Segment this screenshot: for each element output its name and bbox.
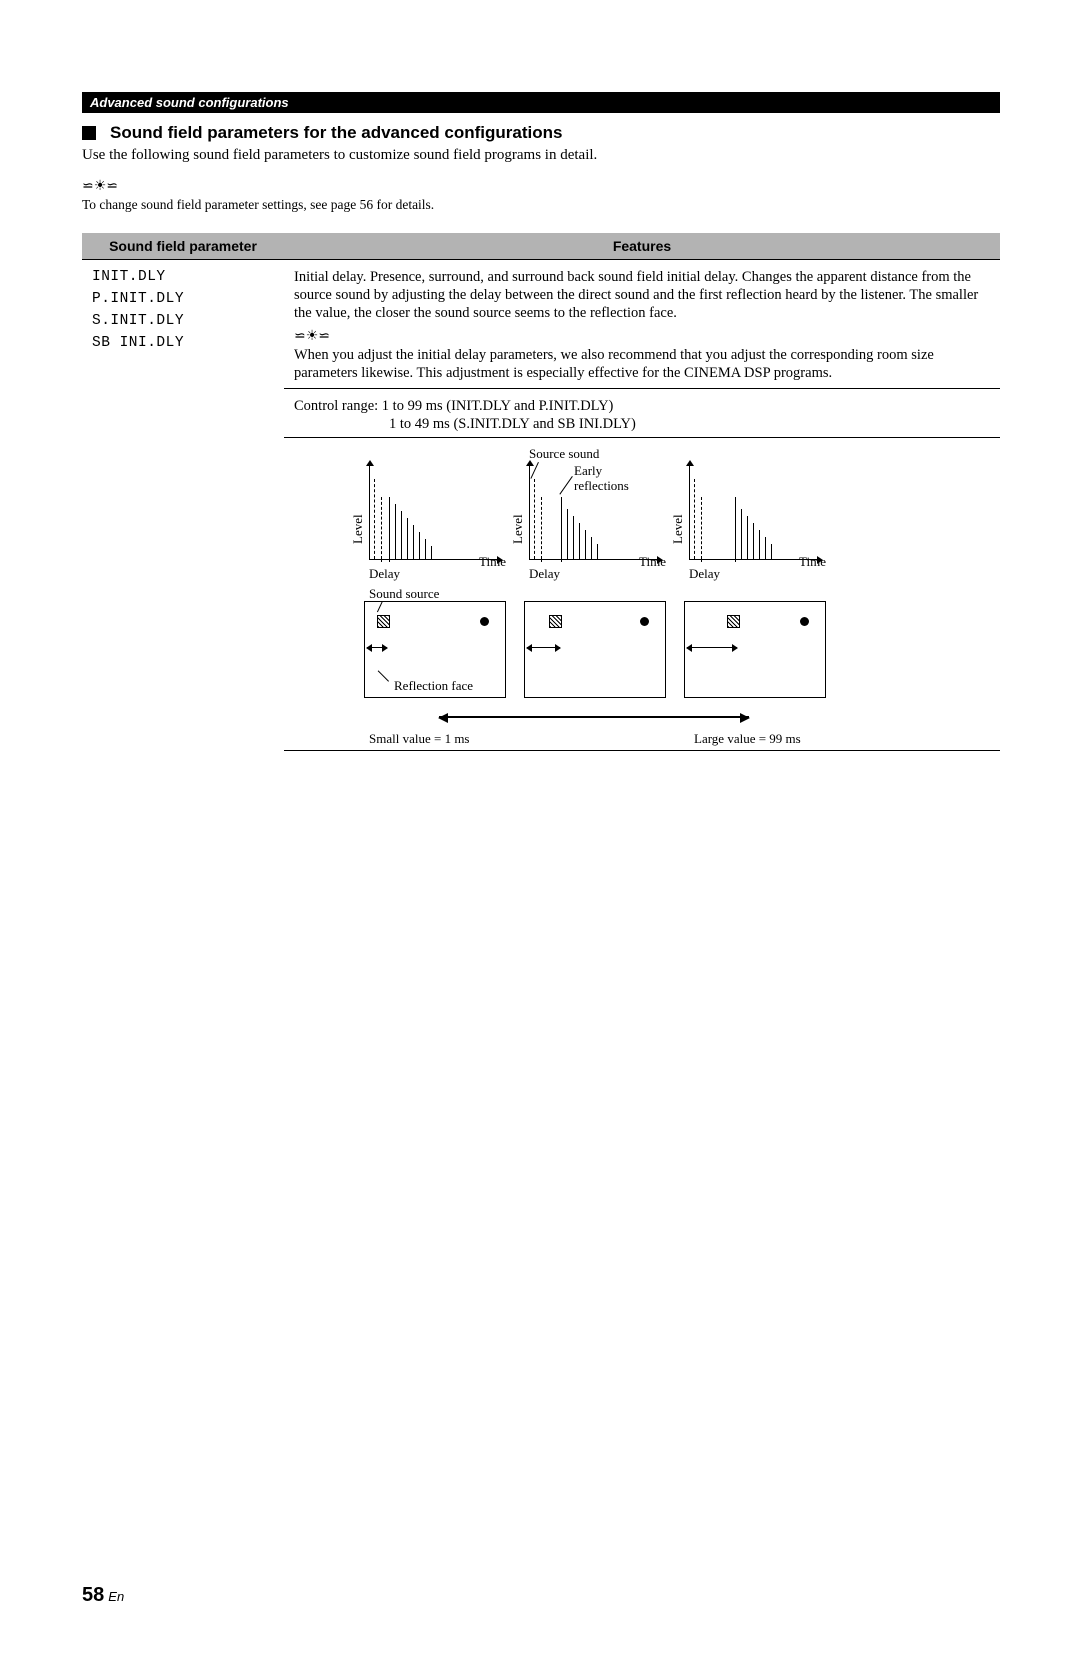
col-header-features: Features	[284, 233, 1000, 260]
xlabel-time-1: Time	[479, 554, 506, 570]
sound-source-icon	[727, 615, 740, 628]
table-row: Control range: 1 to 99 ms (INIT.DLY and …	[82, 389, 1000, 438]
label-reflection-face: Reflection face	[394, 678, 473, 694]
feature-description: Initial delay. Presence, surround, and s…	[294, 268, 994, 322]
tip-icon: ⋍☀⋍	[294, 328, 994, 346]
listener-dot-icon	[480, 617, 489, 626]
label-small-value: Small value = 1 ms	[369, 731, 470, 747]
dimension-arrow	[367, 647, 387, 648]
col-header-param: Sound field parameter	[82, 233, 284, 260]
ylabel-3: Level	[670, 515, 686, 545]
ylabel-1: Level	[350, 515, 366, 545]
listener-dot-icon	[640, 617, 649, 626]
listener-dot-icon	[800, 617, 809, 626]
intro-text: Use the following sound field parameters…	[82, 147, 1000, 164]
param-name: S.INIT.DLY	[92, 312, 278, 330]
range-line-2: 1 to 49 ms (S.INIT.DLY and SB INI.DLY)	[389, 415, 994, 433]
features-cell: Initial delay. Presence, surround, and s…	[284, 260, 1000, 389]
xlabel-delay-3: Delay	[689, 566, 720, 582]
tip-icon: ⋍☀⋍	[82, 178, 1000, 195]
table-row: INIT.DLY P.INIT.DLY S.INIT.DLY SB INI.DL…	[82, 260, 1000, 389]
dimension-arrow	[527, 647, 560, 648]
sound-source-icon	[549, 615, 562, 628]
xlabel-time-2: Time	[639, 554, 666, 570]
label-sound-source: Sound source	[369, 586, 439, 602]
delay-diagram: Source sound Early reflections	[294, 446, 994, 746]
sound-source-icon	[377, 615, 390, 628]
tip-text: To change sound field parameter settings…	[82, 197, 1000, 213]
param-name: INIT.DLY	[92, 268, 278, 286]
section-title-text: Sound field parameters for the advanced …	[110, 123, 562, 143]
label-large-value: Large value = 99 ms	[694, 731, 801, 747]
xlabel-delay-1: Delay	[369, 566, 400, 582]
label-source-sound: Source sound	[529, 446, 599, 462]
control-range-cell: Control range: 1 to 99 ms (INIT.DLY and …	[284, 389, 1000, 438]
param-name: SB INI.DLY	[92, 334, 278, 352]
page-number: 58 En	[82, 1584, 124, 1607]
bullet-square-icon	[82, 126, 96, 140]
table-row: Source sound Early reflections	[82, 438, 1000, 751]
xlabel-delay-2: Delay	[529, 566, 560, 582]
range-line-1: Control range: 1 to 99 ms (INIT.DLY and …	[294, 397, 994, 415]
room-large	[684, 601, 826, 698]
page-num: 58	[82, 1584, 104, 1606]
page-lang: En	[108, 1589, 124, 1604]
dimension-arrow	[687, 647, 737, 648]
param-name: P.INIT.DLY	[92, 290, 278, 308]
ylabel-2: Level	[510, 515, 526, 545]
parameters-table: Sound field parameter Features INIT.DLY …	[82, 233, 1000, 751]
section-title: Sound field parameters for the advanced …	[82, 123, 1000, 143]
parameter-names-cell: INIT.DLY P.INIT.DLY S.INIT.DLY SB INI.DL…	[82, 260, 284, 389]
room-medium	[524, 601, 666, 698]
range-arrow	[439, 716, 749, 718]
feature-tip: When you adjust the initial delay parame…	[294, 346, 994, 382]
breadcrumb-header: Advanced sound configurations	[82, 92, 1000, 113]
diagram-cell: Source sound Early reflections	[284, 438, 1000, 751]
xlabel-time-3: Time	[799, 554, 826, 570]
